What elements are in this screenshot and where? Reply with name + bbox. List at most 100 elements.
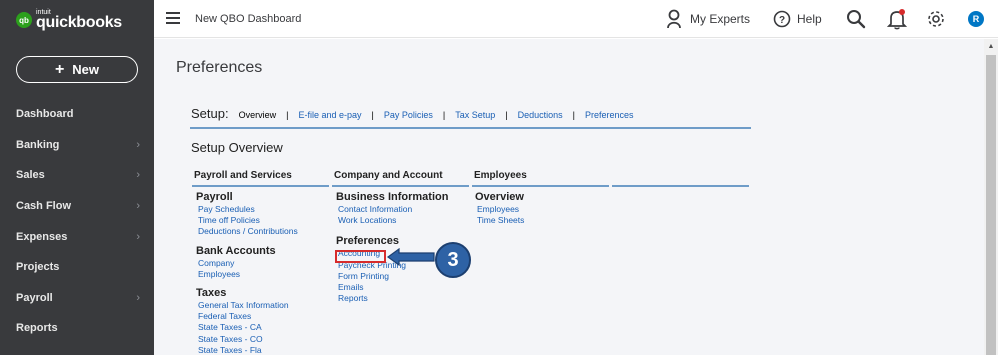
setup-label: Setup: xyxy=(191,106,229,121)
sidebar-item-label: Expenses xyxy=(16,230,68,243)
help-circle-icon: ? xyxy=(773,10,791,28)
chevron-right-icon: › xyxy=(136,230,140,243)
sidebar-item-banking[interactable]: Banking › xyxy=(0,130,154,161)
link-time-sheets[interactable]: Time Sheets xyxy=(477,215,524,226)
tab-tax-setup[interactable]: Tax Setup xyxy=(455,110,495,120)
plus-icon: + xyxy=(54,60,65,78)
tab-overview[interactable]: Overview xyxy=(239,110,277,120)
annotation-arrow-icon xyxy=(386,248,435,266)
page-title: Preferences xyxy=(176,59,263,76)
link-reports[interactable]: Reports xyxy=(338,293,448,304)
link-state-taxes-co[interactable]: State Taxes - CO xyxy=(198,334,298,345)
sidebar-item-label: Payroll xyxy=(16,291,53,304)
chevron-right-icon: › xyxy=(136,200,140,213)
sidebar-item-reports[interactable]: Reports xyxy=(0,313,154,344)
quickbooks-logo-icon: qb xyxy=(16,12,32,28)
notifications-button[interactable] xyxy=(887,0,907,38)
search-button[interactable] xyxy=(846,0,866,38)
column-header-employees: Employees xyxy=(472,170,609,187)
sidebar-item-sales[interactable]: Sales › xyxy=(0,160,154,191)
user-avatar-button[interactable]: R xyxy=(968,0,984,38)
column-header-company-account: Company and Account xyxy=(332,170,469,187)
chevron-right-icon: › xyxy=(136,169,140,182)
section-title-preferences: Preferences xyxy=(336,235,399,248)
app-window: qb intuit quickbooks + New Dashboard Ban… xyxy=(0,0,998,355)
quickbooks-logo[interactable]: qb intuit quickbooks xyxy=(16,9,122,31)
column-header-empty xyxy=(612,170,749,187)
sidebar-item-projects[interactable]: Projects xyxy=(0,252,154,283)
preferences-panel: Preferences Setup: Overview | E-file and… xyxy=(154,39,984,355)
annotation-highlight-box xyxy=(335,250,386,263)
tab-separator: | xyxy=(505,110,508,120)
payroll-services-column: Payroll Pay Schedules Time off Policies … xyxy=(191,191,298,355)
top-bar: New QBO Dashboard My Experts ? Help R xyxy=(154,0,998,38)
link-emails[interactable]: Emails xyxy=(338,282,448,293)
setup-tab-bar: Setup: Overview | E-file and e-pay | Pay… xyxy=(190,106,751,129)
link-federal-taxes[interactable]: Federal Taxes xyxy=(198,311,298,322)
chevron-right-icon: › xyxy=(136,291,140,304)
link-general-tax-information[interactable]: General Tax Information xyxy=(198,300,298,311)
tab-efile-and-epay[interactable]: E-file and e-pay xyxy=(298,110,361,120)
sidebar-item-label: Banking xyxy=(16,138,60,151)
new-button[interactable]: + New xyxy=(16,56,138,83)
tab-separator: | xyxy=(572,110,575,120)
link-deductions-contributions[interactable]: Deductions / Contributions xyxy=(198,226,298,237)
main-content: Preferences Setup: Overview | E-file and… xyxy=(154,39,984,355)
sidebar-item-cash-flow[interactable]: Cash Flow › xyxy=(0,191,154,222)
link-pay-schedules[interactable]: Pay Schedules xyxy=(198,204,298,215)
sidebar-nav: Dashboard Banking › Sales › Cash Flow › Exp… xyxy=(0,99,154,344)
my-experts-button[interactable]: My Experts xyxy=(666,0,750,38)
section-title-payroll: Payroll xyxy=(196,191,233,203)
bell-icon xyxy=(887,9,907,30)
page-name: New QBO Dashboard xyxy=(195,13,302,25)
tab-preferences[interactable]: Preferences xyxy=(585,110,634,120)
employees-column: Overview Employees Time Sheets xyxy=(470,191,524,226)
sidebar-item-label: Projects xyxy=(16,261,60,274)
settings-button[interactable] xyxy=(926,0,946,38)
link-state-taxes-fla[interactable]: State Taxes - Fla xyxy=(198,345,298,355)
link-contact-information[interactable]: Contact Information xyxy=(338,204,448,215)
column-header-payroll-services: Payroll and Services xyxy=(192,170,329,187)
link-work-locations[interactable]: Work Locations xyxy=(338,215,448,226)
sidebar-item-dashboard[interactable]: Dashboard xyxy=(0,99,154,130)
setup-overview-title: Setup Overview xyxy=(191,140,283,155)
chevron-right-icon: › xyxy=(136,138,140,151)
tab-separator: | xyxy=(371,110,374,120)
sidebar-item-label: Sales xyxy=(16,169,45,182)
tab-separator: | xyxy=(286,110,289,120)
scrollbar-thumb[interactable] xyxy=(986,55,996,355)
link-employees[interactable]: Employees xyxy=(477,204,524,215)
section-title-business-information: Business Information xyxy=(336,191,449,203)
help-button[interactable]: ? Help xyxy=(773,0,822,38)
avatar: R xyxy=(968,11,984,27)
help-label: Help xyxy=(797,12,822,26)
sidebar-item-payroll[interactable]: Payroll › xyxy=(0,283,154,314)
sidebar-item-expenses[interactable]: Expenses › xyxy=(0,221,154,252)
gear-icon xyxy=(928,11,944,27)
my-experts-label: My Experts xyxy=(690,12,751,26)
hamburger-menu-icon[interactable] xyxy=(166,12,180,24)
sidebar-item-label: Cash Flow xyxy=(16,200,72,213)
vertical-scrollbar[interactable]: ▲ xyxy=(984,39,998,355)
section-title-overview: Overview xyxy=(475,191,524,203)
link-bank-employees[interactable]: Employees xyxy=(198,269,298,280)
sidebar-item-label: Dashboard xyxy=(16,108,74,121)
tab-pay-policies[interactable]: Pay Policies xyxy=(384,110,433,120)
link-time-off-policies[interactable]: Time off Policies xyxy=(198,215,298,226)
left-sidebar: qb intuit quickbooks + New Dashboard Ban… xyxy=(0,0,154,355)
link-form-printing[interactable]: Form Printing xyxy=(338,271,448,282)
link-state-taxes-ca[interactable]: State Taxes - CA xyxy=(198,322,298,333)
link-bank-company[interactable]: Company xyxy=(198,258,298,269)
step-number-badge: 3 xyxy=(435,242,471,278)
quickbooks-wordmark: quickbooks xyxy=(36,14,122,31)
search-icon xyxy=(847,10,866,29)
sidebar-item-label: Reports xyxy=(16,322,58,335)
new-button-label: New xyxy=(72,62,100,77)
section-title-taxes: Taxes xyxy=(196,287,227,300)
tab-separator: | xyxy=(442,110,446,120)
section-title-bank-accounts: Bank Accounts xyxy=(196,244,276,257)
scroll-up-arrow-icon[interactable]: ▲ xyxy=(984,39,998,53)
svg-text:?: ? xyxy=(779,15,785,26)
expert-person-icon xyxy=(667,9,681,29)
tab-deductions[interactable]: Deductions xyxy=(518,110,563,120)
